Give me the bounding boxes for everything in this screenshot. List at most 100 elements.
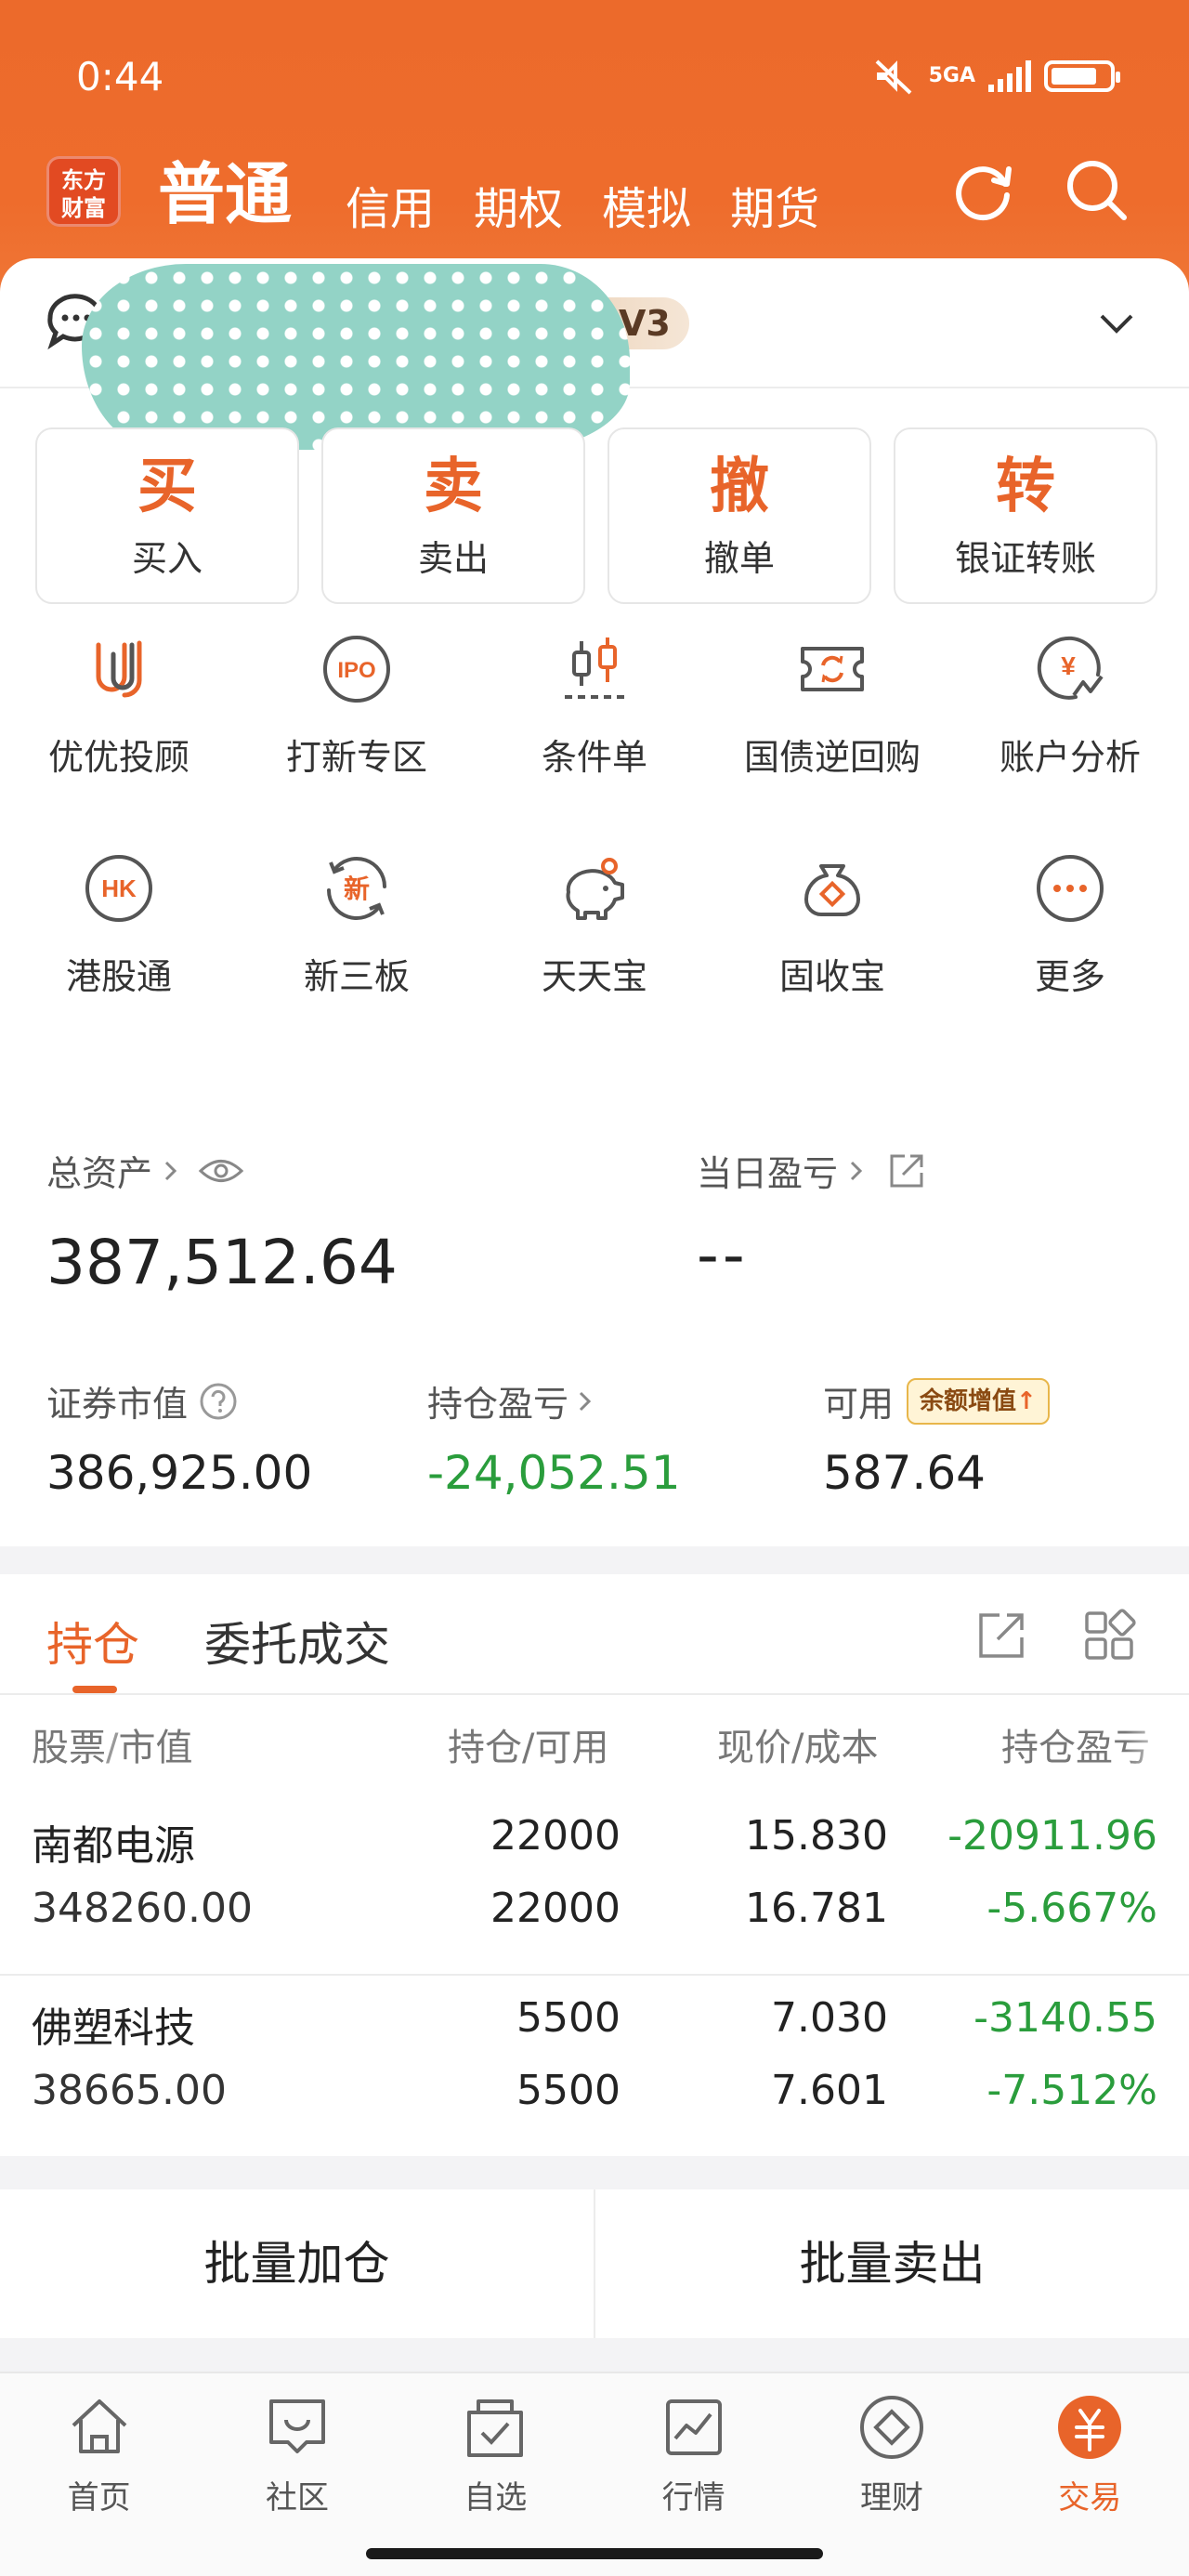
feature-conditional-order[interactable]: 条件单 xyxy=(476,630,713,849)
tab-normal[interactable]: 普通 xyxy=(158,139,292,237)
account-row[interactable]: V3 xyxy=(0,258,1189,450)
signal-icon xyxy=(988,60,1031,92)
feature-label: 天天宝 xyxy=(541,956,647,997)
current-price: 15.830 xyxy=(745,1812,888,1860)
status-icons: 5GA xyxy=(871,56,1120,97)
daily-pnl-label: 当日盈亏 xyxy=(697,1153,839,1194)
feature-label: 港股通 xyxy=(65,956,172,997)
nav-watchlist[interactable]: 自选 xyxy=(397,2373,594,2517)
batch-add-button[interactable]: 批量加仓 xyxy=(0,2189,594,2338)
feature-ipo-zone[interactable]: IPO 打新专区 xyxy=(238,630,476,849)
more-icon xyxy=(1037,855,1104,922)
stock-name: 佛塑科技 xyxy=(32,2004,195,2052)
col-position-header[interactable]: 持仓/可用 xyxy=(448,1717,608,1771)
daily-pnl-link[interactable]: 当日盈亏 xyxy=(697,1145,927,1196)
nav-label: 行情 xyxy=(661,2479,725,2517)
col-stock: 股票 xyxy=(32,1727,106,1769)
cost-price: 7.601 xyxy=(771,2067,888,2114)
feature-hk-connect[interactable]: HK 港股通 xyxy=(0,849,238,1069)
nav-label: 交易 xyxy=(1058,2479,1122,2517)
wealth-icon xyxy=(859,2396,923,2459)
nav-wealth[interactable]: 理财 xyxy=(792,2373,990,2517)
new-icon-text: 新 xyxy=(344,874,370,904)
feature-tiantianbao[interactable]: 天天宝 xyxy=(476,849,713,1069)
position-pnl-value: -24,052.51 xyxy=(427,1446,681,1500)
table-row[interactable]: 佛塑科技 38665.00 5500 5500 7.030 7.601 -314… xyxy=(0,1976,1189,2158)
batch-sell-button[interactable]: 批量卖出 xyxy=(595,2189,1189,2338)
grid-view-icon[interactable] xyxy=(1081,1608,1137,1663)
sell-button[interactable]: 卖 卖出 xyxy=(321,427,585,604)
export-icon[interactable] xyxy=(973,1608,1029,1663)
tab-options[interactable]: 期权 xyxy=(474,172,563,237)
bank-transfer-label: 银证转账 xyxy=(954,538,1096,579)
position-pnl-link[interactable]: 持仓盈亏 xyxy=(427,1375,594,1426)
current-price: 7.030 xyxy=(771,1994,888,2042)
balance-boost-badge[interactable]: 余额增值↑ xyxy=(907,1377,1050,1425)
nav-trade[interactable]: 交易 xyxy=(991,2373,1189,2517)
trade-page: 0:44 5GA 东方 财富 普通 信用 期权 模拟 期货 V3 买 买入 卖 … xyxy=(0,0,1189,2576)
tab-credit[interactable]: 信用 xyxy=(346,172,435,237)
feature-more[interactable]: 更多 xyxy=(951,849,1189,1069)
col-market-value: 市值 xyxy=(118,1727,193,1769)
sell-button-char: 卖 xyxy=(424,453,483,521)
logo-line2: 财富 xyxy=(61,195,106,221)
securities-value-label-group: 证券市值 xyxy=(46,1375,238,1426)
share-icon[interactable] xyxy=(886,1150,927,1191)
home-indicator[interactable] xyxy=(366,2548,823,2559)
pnl-amount: -20911.96 xyxy=(947,1812,1157,1860)
total-assets-link[interactable]: 总资产 xyxy=(46,1145,245,1196)
securities-value: 386,925.00 xyxy=(46,1446,313,1500)
feature-uu-advisor[interactable]: 优优投顾 xyxy=(0,630,238,849)
nav-label: 社区 xyxy=(265,2479,329,2517)
feature-label: 优优投顾 xyxy=(47,737,189,778)
trade-buttons: 买 买入 卖 卖出 撤 撤单 转 银证转账 xyxy=(35,427,1157,604)
position-qty: 5500 xyxy=(516,1994,621,2042)
bank-transfer-button[interactable]: 转 银证转账 xyxy=(894,427,1157,604)
available-qty: 5500 xyxy=(516,2067,621,2114)
chevron-right-icon xyxy=(850,1161,863,1180)
chevron-down-icon[interactable] xyxy=(1094,301,1139,346)
daily-pnl-value: -- xyxy=(697,1219,749,1291)
nav-market[interactable]: 行情 xyxy=(594,2373,792,2517)
eye-icon[interactable] xyxy=(197,1155,245,1187)
feature-grid: 优优投顾 IPO 打新专区 条件单 国债逆回购 ¥ 账户分析 HK 港股通 新 … xyxy=(0,630,1189,1069)
home-icon xyxy=(72,2399,127,2453)
nav-community[interactable]: 社区 xyxy=(198,2373,396,2517)
help-icon[interactable] xyxy=(199,1382,238,1421)
col-stock-header[interactable]: 股票/市值 xyxy=(32,1717,192,1771)
feature-label: 国债逆回购 xyxy=(743,737,921,778)
feature-new-third-board[interactable]: 新 新三板 xyxy=(238,849,476,1069)
account-type-tabs: 普通 信用 期权 模拟 期货 xyxy=(158,139,819,237)
total-assets-label: 总资产 xyxy=(46,1153,153,1194)
tab-simulation[interactable]: 模拟 xyxy=(602,172,691,237)
nav-home[interactable]: 首页 xyxy=(0,2373,198,2517)
feature-label: 固收宝 xyxy=(778,956,885,997)
cancel-order-button[interactable]: 撤 撤单 xyxy=(608,427,871,604)
table-row[interactable]: 南都电源 348260.00 22000 22000 15.830 16.781… xyxy=(0,1794,1189,1976)
active-tab-indicator xyxy=(72,1686,117,1693)
col-pnl-header[interactable]: 持仓盈亏 xyxy=(1001,1717,1178,1771)
battery-fill xyxy=(1052,68,1096,85)
tab-orders[interactable]: 委托成交 xyxy=(204,1608,390,1675)
feature-gushoubao[interactable]: 固收宝 xyxy=(713,849,951,1069)
pnl-percent: -5.667% xyxy=(986,1885,1157,1932)
assets-card: 总资产 387,512.64 当日盈亏 -- 证券市值 386,925.00 持… xyxy=(0,1097,1189,1546)
refresh-icon[interactable] xyxy=(949,156,1018,225)
stock-market-value: 38665.00 xyxy=(32,2067,227,2114)
feature-label: 账户分析 xyxy=(999,737,1141,778)
tab-positions[interactable]: 持仓 xyxy=(46,1608,139,1675)
holdings-card: 持仓 委托成交 股票/市值 持仓/可用 现价/成本 持仓盈亏 南都电源 3482… xyxy=(0,1574,1189,2156)
pnl-amount: -3140.55 xyxy=(973,1994,1157,2042)
tab-futures[interactable]: 期货 xyxy=(730,172,819,237)
buy-button[interactable]: 买 买入 xyxy=(35,427,299,604)
col-price-header[interactable]: 现价/成本 xyxy=(717,1717,878,1771)
feature-label: 更多 xyxy=(1034,956,1105,997)
pnl-percent: -7.512% xyxy=(986,2067,1157,2114)
battery-icon xyxy=(1044,60,1120,92)
promo-text: 余额增值 xyxy=(920,1387,1017,1415)
trade-icon xyxy=(1058,2396,1122,2459)
feature-account-analysis[interactable]: ¥ 账户分析 xyxy=(951,630,1189,849)
search-icon[interactable] xyxy=(1063,156,1131,225)
feature-reverse-repo[interactable]: 国债逆回购 xyxy=(713,630,951,849)
redacted-account-mask xyxy=(82,264,630,450)
